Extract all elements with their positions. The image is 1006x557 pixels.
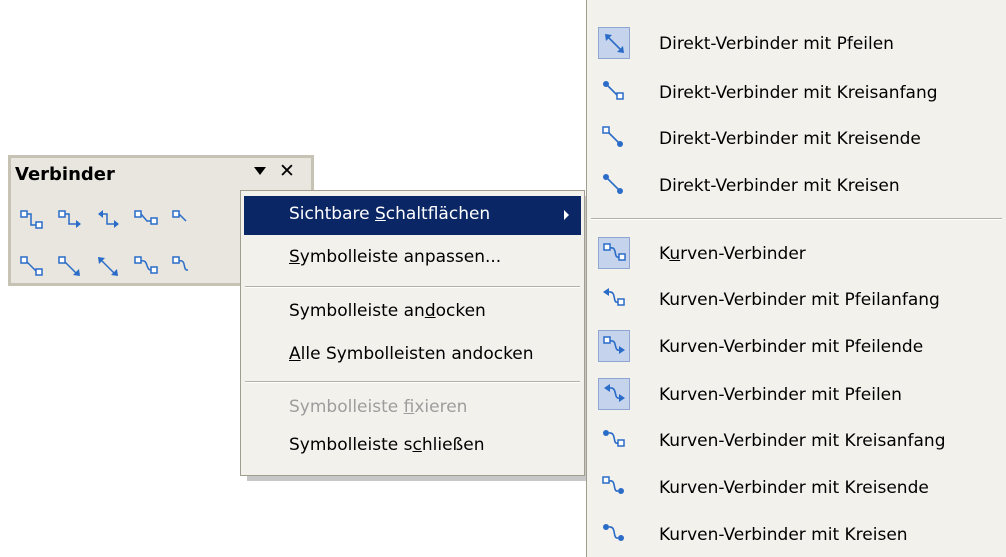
menu-item-dock-all-toolbars[interactable]: Alle Symbolleisten andocken xyxy=(244,336,581,375)
submenu-item-curved-circles[interactable]: Kurven-Verbinder mit Kreisen xyxy=(587,513,1006,557)
toolbar-title: Verbinder xyxy=(15,164,115,185)
submenu-separator xyxy=(591,218,1002,220)
direct-connector-circle-end-icon xyxy=(598,122,630,154)
submenu-item-direct-circles[interactable]: Direkt-Verbinder mit Kreisen xyxy=(587,164,1006,208)
context-menu: Sichtbare Schaltflächen Symbolleiste anp… xyxy=(240,190,585,476)
curved-connector-toolbar-icon[interactable] xyxy=(132,253,162,281)
menu-separator xyxy=(245,381,580,383)
direct-connector-circle-start-icon xyxy=(598,76,630,108)
submenu-item-direct-arrows[interactable]: Direkt-Verbinder mit Pfeilen xyxy=(587,22,1006,66)
menu-separator xyxy=(245,286,580,288)
toolbar-close-icon[interactable]: ✕ xyxy=(279,160,295,182)
menu-item-dock-toolbar[interactable]: Symbolleiste andocken xyxy=(244,293,581,332)
direct-connector-arrow-end-icon[interactable] xyxy=(56,253,86,281)
connector-arrows-icon[interactable] xyxy=(94,207,124,235)
connector-arrow-end-icon[interactable] xyxy=(56,207,86,235)
toolbar-menu-arrow-icon[interactable] xyxy=(254,167,266,175)
submenu-item-curved-circle-start[interactable]: Kurven-Verbinder mit Kreisanfang xyxy=(587,419,1006,463)
submenu-item-curved-arrow-start[interactable]: Kurven-Verbinder mit Pfeilanfang xyxy=(587,278,1006,322)
menu-item-close-toolbar[interactable]: Symbolleiste schließen xyxy=(244,427,581,466)
menu-item-lock-toolbar: Symbolleiste fixieren xyxy=(289,397,468,417)
submenu-item-curved-arrows[interactable]: Kurven-Verbinder mit Pfeilen xyxy=(587,373,1006,417)
curved-connector-partial-icon[interactable] xyxy=(170,253,200,281)
menu-item-customize-toolbar[interactable]: Symbolleiste anpassen... xyxy=(244,239,581,278)
submenu-arrow-icon xyxy=(564,210,569,220)
connector-standard-icon[interactable] xyxy=(18,207,48,235)
direct-connector-arrows-icon xyxy=(598,27,630,59)
direct-connector-arrows-icon[interactable] xyxy=(94,253,124,281)
direct-connector-icon[interactable] xyxy=(18,253,48,281)
submenu-item-curved-arrow-end[interactable]: Kurven-Verbinder mit Pfeilende xyxy=(587,325,1006,369)
curved-connector-circles-icon xyxy=(598,518,630,550)
connector-line-icon[interactable] xyxy=(170,207,200,235)
curved-connector-arrow-start-icon xyxy=(598,283,630,315)
curved-connector-icon xyxy=(598,237,630,269)
submenu-item-curved[interactable]: Kurven-Verbinder xyxy=(587,232,1006,276)
curved-connector-arrows-icon xyxy=(598,378,630,410)
submenu-item-direct-circle-start[interactable]: Direkt-Verbinder mit Kreisanfang xyxy=(587,71,1006,115)
visible-buttons-submenu: Direkt-Verbinder mit Pfeilen Direkt-Verb… xyxy=(586,0,1006,557)
curved-connector-circle-start-icon xyxy=(598,424,630,456)
submenu-item-direct-circle-end[interactable]: Direkt-Verbinder mit Kreisende xyxy=(587,117,1006,161)
submenu-item-curved-circle-end[interactable]: Kurven-Verbinder mit Kreisende xyxy=(587,466,1006,510)
menu-item-visible-buttons[interactable]: Sichtbare Schaltflächen xyxy=(244,196,581,235)
connector-circle-end-icon[interactable] xyxy=(132,207,162,235)
curved-connector-arrow-end-icon xyxy=(598,330,630,362)
curved-connector-circle-end-icon xyxy=(598,471,630,503)
direct-connector-circles-icon xyxy=(598,169,630,201)
